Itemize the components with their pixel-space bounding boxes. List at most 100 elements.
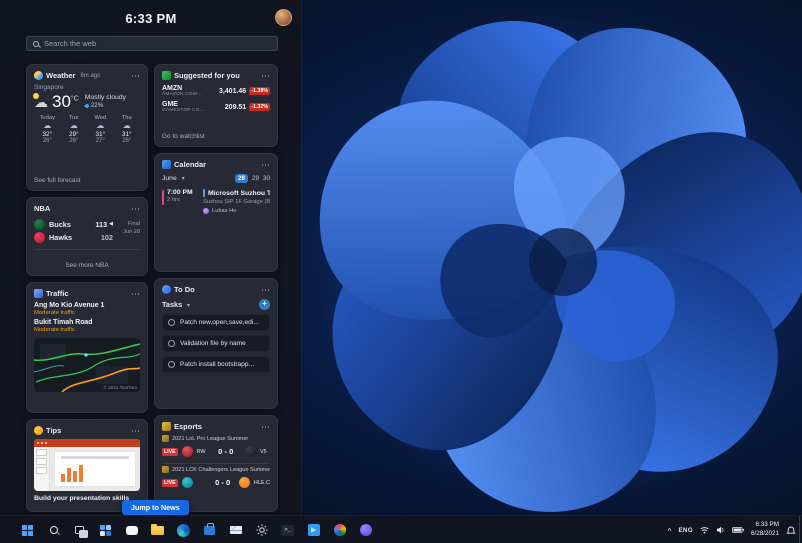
game-status: Final Jun 28: [123, 221, 140, 235]
nba-team-row: Hawks 102: [34, 232, 113, 243]
league-icon: [162, 435, 169, 442]
live-badge: LIVE: [162, 447, 178, 456]
match-score: 0 - 0: [215, 478, 231, 487]
web-search-bar[interactable]: [26, 36, 278, 51]
traffic-title: Traffic: [46, 289, 69, 298]
weather-see-forecast-link[interactable]: See full forecast: [34, 177, 140, 184]
taskbar-search-button[interactable]: [44, 521, 63, 540]
forecast-day[interactable]: Tue ☁ 29° 26°: [61, 115, 88, 144]
nba-widget[interactable]: NBA ⋯ Bucks 113 ◀ Hawks 102 Final Jun 28…: [26, 197, 148, 276]
taskbar-icons: >_: [18, 516, 375, 543]
more-options-icon[interactable]: ⋯: [131, 289, 140, 298]
traffic-map-image: [34, 338, 140, 392]
stock-symbol: GME: [162, 101, 178, 108]
team-name: Bucks: [49, 219, 71, 229]
todo-list-selector[interactable]: Tasks ▾: [162, 300, 190, 309]
file-explorer-button[interactable]: [148, 521, 167, 540]
esports-match[interactable]: 2021 LoL Pro League Summer LIVE RW 0 - 0…: [162, 434, 270, 459]
photos-button[interactable]: [330, 521, 349, 540]
volume-icon[interactable]: [716, 526, 725, 534]
traffic-map[interactable]: © 2021 TomTom: [34, 338, 140, 392]
team1-logo-icon: [181, 477, 193, 488]
task-label: Patch install bootstrapp...: [180, 361, 255, 368]
calendar-widget[interactable]: Calendar ⋯ June ▾ 28 29 30 7:00 PM 2 hrs…: [154, 153, 278, 272]
search-icon: [33, 40, 39, 47]
team2-name: V5: [259, 448, 267, 455]
todo-task-row[interactable]: Patch install bootstrapp...: [162, 356, 270, 373]
hidden-icons-chevron[interactable]: ^: [668, 527, 672, 536]
settings-button[interactable]: [252, 521, 271, 540]
task-complete-circle[interactable]: [168, 340, 175, 347]
watchlist-link[interactable]: Go to watchlist: [162, 133, 270, 140]
todo-task-row[interactable]: Patch new,open,save,edi...: [162, 314, 270, 331]
partly-cloudy-icon: ☁: [33, 92, 48, 110]
discord-button[interactable]: [356, 521, 375, 540]
start-button[interactable]: [18, 521, 37, 540]
search-icon: [49, 526, 58, 534]
precipitation-value: 22%: [90, 102, 104, 109]
mail-button[interactable]: [226, 521, 245, 540]
system-tray: ^ ENG 6:33 PM 6/28/2021: [668, 516, 796, 543]
team1-logo-icon: [181, 446, 193, 457]
more-options-icon[interactable]: ⋯: [261, 422, 270, 431]
calendar-event[interactable]: 7:00 PM 2 hrs Microsoft Suzhou Toa... Su…: [162, 189, 270, 214]
taskbar-clock[interactable]: 6:33 PM 6/28/2021: [751, 521, 779, 539]
stock-row[interactable]: AMZN AMAZON.COM... 3,401.46 -1.38%: [162, 85, 270, 97]
wifi-icon[interactable]: [700, 526, 709, 534]
folder-icon: [151, 523, 164, 535]
code-icon: [307, 524, 320, 536]
stocks-title: Suggested for you: [174, 71, 240, 80]
widgets-button[interactable]: [96, 521, 115, 540]
event-color-bar: [162, 190, 164, 205]
battery-icon[interactable]: [732, 527, 744, 533]
forecast-day[interactable]: Today ☁ 32° 26°: [34, 115, 61, 144]
esports-widget[interactable]: Esports ⋯ 2021 LoL Pro League Summer LIV…: [154, 415, 278, 512]
more-options-icon[interactable]: ⋯: [131, 426, 140, 435]
user-avatar[interactable]: [275, 9, 292, 26]
calendar-day[interactable]: 30: [263, 175, 270, 182]
weather-location: Singapore: [34, 84, 64, 91]
stock-row[interactable]: GME GAMESTOP CO... 209.51 -1.32%: [162, 101, 270, 113]
vscode-button[interactable]: [304, 521, 323, 540]
mail-envelope-icon: [229, 526, 242, 534]
terminal-button[interactable]: >_: [278, 521, 297, 540]
calendar-day[interactable]: 29: [252, 175, 259, 182]
team2-name: HLE.C: [253, 479, 270, 486]
traffic-widget-icon: [34, 289, 43, 298]
todo-widget[interactable]: To Do ⋯ Tasks ▾ + Patch new,open,save,ed…: [154, 278, 278, 409]
esports-match[interactable]: 2021 LCK Challengers League Summer LIVE …: [162, 465, 270, 490]
stocks-widget[interactable]: Suggested for you ⋯ AMZN AMAZON.COM... 3…: [154, 64, 278, 147]
traffic-widget[interactable]: Traffic ⋯ Ang Mo Kio Avenue 1 Moderate t…: [26, 282, 148, 413]
edge-button[interactable]: [174, 521, 193, 540]
notifications-bell-icon[interactable]: [786, 526, 796, 535]
more-options-icon[interactable]: ⋯: [261, 285, 270, 294]
more-options-icon[interactable]: ⋯: [131, 204, 140, 213]
event-duration: 2 hrs: [167, 197, 180, 203]
more-options-icon[interactable]: ⋯: [261, 71, 270, 80]
team1-name: RW: [196, 448, 206, 455]
store-button[interactable]: [200, 521, 219, 540]
calendar-day-selected[interactable]: 28: [234, 174, 248, 183]
weather-widget-icon: [34, 71, 43, 80]
stock-symbol: AMZN: [162, 85, 183, 92]
chat-icon: [125, 525, 138, 535]
calendar-month[interactable]: June ▾: [162, 175, 185, 182]
more-options-icon[interactable]: ⋯: [131, 71, 140, 80]
add-task-button[interactable]: +: [259, 299, 270, 310]
stock-name: AMAZON.COM...: [162, 92, 202, 97]
task-complete-circle[interactable]: [168, 319, 175, 326]
task-complete-circle[interactable]: [168, 361, 175, 368]
forecast-day[interactable]: Wed ☁ 31° 27°: [87, 115, 114, 144]
language-indicator[interactable]: ENG: [678, 527, 693, 534]
nba-see-more-link[interactable]: See more NBA: [34, 262, 140, 269]
tips-widget[interactable]: Tips ⋯ Build your presentation skills: [26, 419, 148, 512]
todo-task-row[interactable]: Validation file by name: [162, 335, 270, 352]
jump-to-news-button[interactable]: Jump to News: [122, 500, 189, 515]
chat-button[interactable]: [122, 521, 141, 540]
league-icon: [162, 466, 169, 473]
weather-widget[interactable]: Weather 6m ago ⋯ Singapore ☁ 30°C Mostly…: [26, 64, 148, 191]
more-options-icon[interactable]: ⋯: [261, 160, 270, 169]
search-input[interactable]: [44, 39, 271, 48]
forecast-day[interactable]: Thu ☁ 31° 26°: [114, 115, 141, 144]
task-view-button[interactable]: [70, 521, 89, 540]
